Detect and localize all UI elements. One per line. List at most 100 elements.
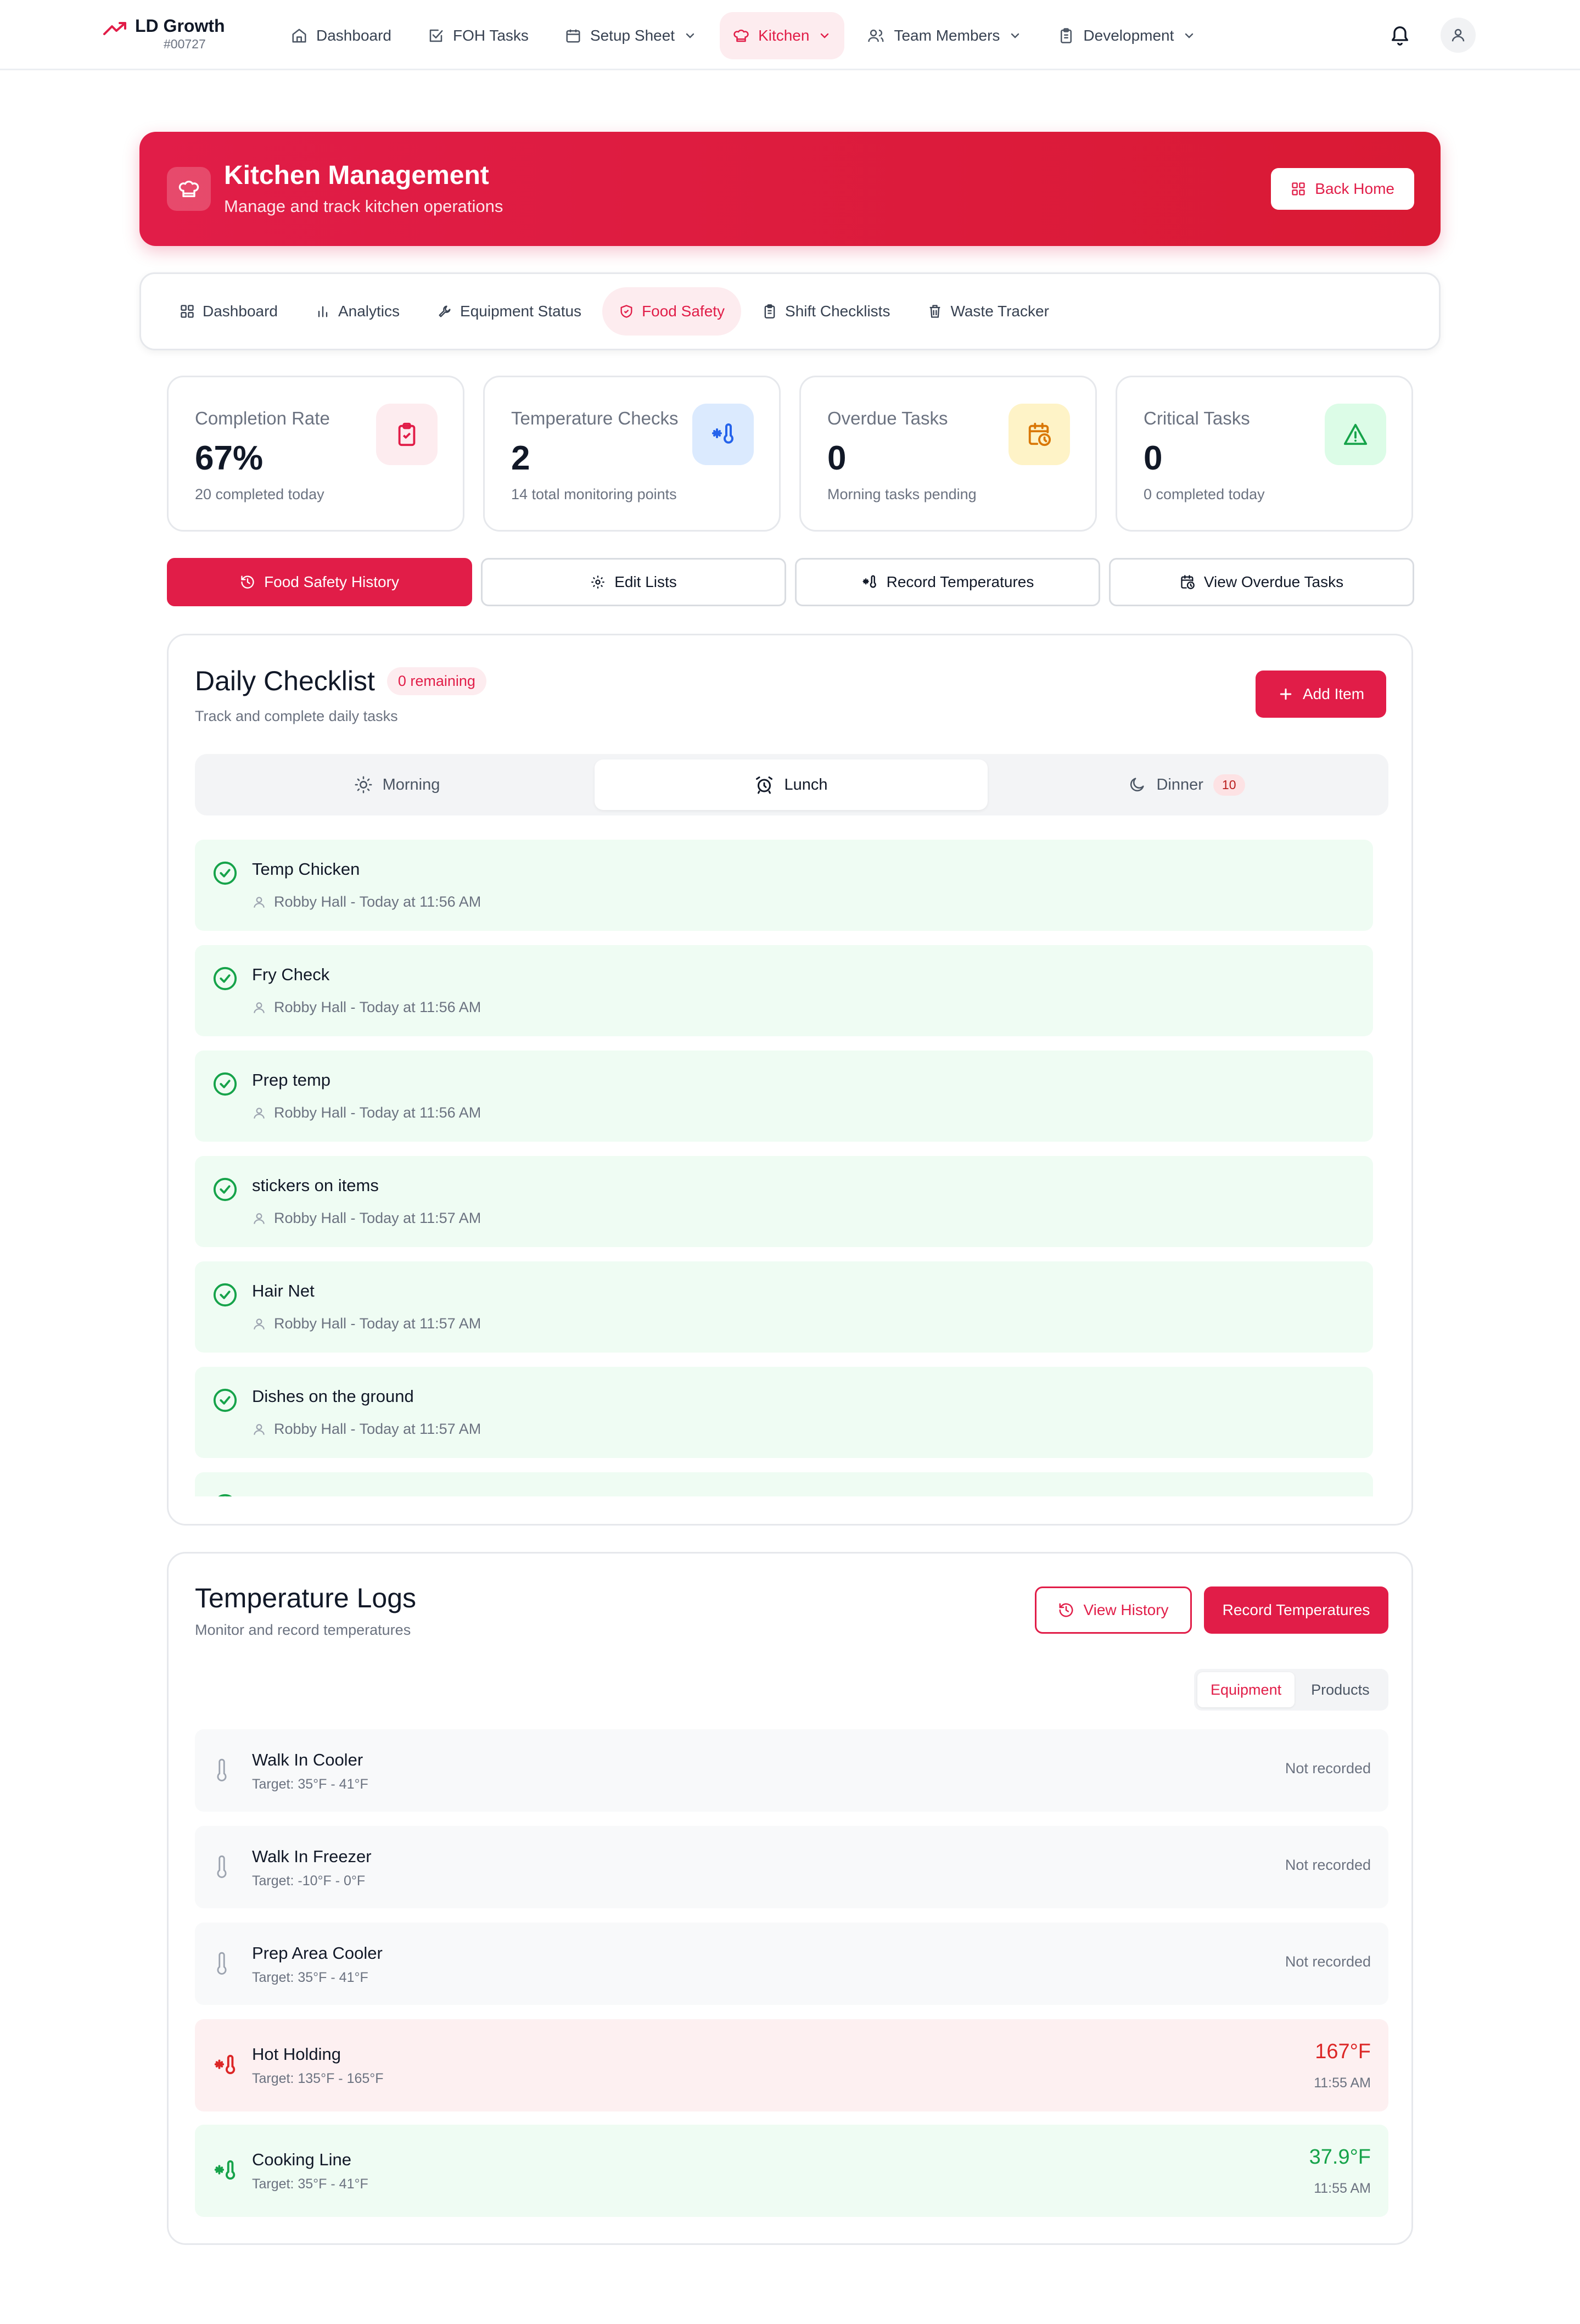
nav-development[interactable]: Development — [1045, 12, 1209, 59]
add-item-button[interactable]: Add Item — [1256, 671, 1386, 718]
clipboard-icon — [1058, 27, 1074, 44]
thermometer-hot-icon — [212, 2053, 238, 2078]
food-safety-history-label: Food Safety History — [264, 573, 399, 590]
check-circle-icon[interactable] — [212, 1071, 238, 1097]
tab-shift-checklists[interactable]: Shift Checklists — [746, 287, 906, 336]
avatar[interactable] — [1441, 18, 1476, 53]
list-item[interactable]: Temp Chicken Robby Hall - Today at 11:56… — [195, 840, 1373, 931]
view-history-button[interactable]: View History — [1035, 1586, 1192, 1634]
check-circle-icon[interactable] — [212, 1177, 238, 1202]
tab-waste-tracker[interactable]: Waste Tracker — [911, 287, 1065, 336]
temperature-row[interactable]: Walk In Freezer Target: -10°F - 0°F Not … — [195, 1826, 1388, 1908]
alarm-clock-icon — [754, 775, 774, 795]
check-circle-icon[interactable] — [212, 1493, 238, 1496]
nav-dashboard-label: Dashboard — [316, 27, 391, 44]
tab-food-safety[interactable]: Food Safety — [602, 287, 742, 336]
list-item[interactable]: Hair Net Robby Hall - Today at 11:57 AM — [195, 1261, 1373, 1353]
stat-card-completion-rate: Completion Rate 67% 20 completed today — [167, 376, 464, 532]
top-nav: LD Growth #00727 Dashboard FOH Tasks Set… — [0, 0, 1580, 70]
nav-setup-sheet[interactable]: Setup Sheet — [552, 12, 710, 59]
edit-lists-button[interactable]: Edit Lists — [481, 558, 786, 606]
record-temperatures-button[interactable]: Record Temperatures — [795, 558, 1100, 606]
tab-morning[interactable]: Morning — [200, 759, 593, 810]
tab-equipment-status-label: Equipment Status — [460, 303, 582, 320]
thermometer-icon — [212, 1854, 231, 1880]
thermometer-icon — [212, 1951, 231, 1976]
tab-dashboard[interactable]: Dashboard — [163, 287, 294, 336]
stat-label: Temperature Checks — [511, 408, 679, 428]
item-meta: Robby Hall - Today at 11:57 AM — [252, 1315, 481, 1332]
list-item[interactable]: stickers on items Robby Hall - Today at … — [195, 1156, 1373, 1247]
back-home-label: Back Home — [1315, 180, 1394, 197]
stat-value: 67% — [195, 439, 264, 477]
tab-equipment-status[interactable]: Equipment Status — [421, 287, 598, 336]
equipment-target: Target: 135°F - 165°F — [252, 2071, 384, 2086]
back-home-button[interactable]: Back Home — [1271, 168, 1414, 210]
equipment-name: Prep Area Cooler — [252, 1943, 383, 1963]
kitchen-subnav: Dashboard Analytics Equipment Status Foo… — [139, 272, 1441, 350]
temperature-row[interactable]: Cooking Line Target: 35°F - 41°F 37.9°F … — [195, 2125, 1388, 2217]
check-circle-icon[interactable] — [212, 966, 238, 991]
view-overdue-tasks-button[interactable]: View Overdue Tasks — [1109, 558, 1414, 606]
toggle-equipment[interactable]: Equipment — [1197, 1672, 1295, 1707]
tab-dinner[interactable]: Dinner 10 — [990, 759, 1383, 810]
temperature-row[interactable]: Walk In Cooler Target: 35°F - 41°F Not r… — [195, 1729, 1388, 1812]
thermometer-icon — [212, 1758, 231, 1783]
item-meta-text: Robby Hall - Today at 11:57 AM — [274, 1210, 481, 1226]
temperature-row[interactable]: Hot Holding Target: 135°F - 165°F 167°F … — [195, 2019, 1388, 2111]
stat-subtext: 14 total monitoring points — [511, 486, 677, 502]
shield-check-icon — [619, 304, 634, 319]
temperature-value: 167°F — [1315, 2040, 1371, 2063]
food-safety-history-button[interactable]: Food Safety History — [167, 558, 472, 606]
equipment-name: Walk In Cooler — [252, 1750, 363, 1769]
view-overdue-tasks-label: View Overdue Tasks — [1203, 573, 1344, 590]
chevron-down-icon — [1183, 29, 1196, 42]
nav-foh-tasks[interactable]: FOH Tasks — [414, 12, 542, 59]
tab-analytics[interactable]: Analytics — [299, 287, 416, 336]
nav-dashboard[interactable]: Dashboard — [278, 12, 405, 59]
check-circle-icon[interactable] — [212, 861, 238, 886]
item-meta-text: Robby Hall - Today at 11:56 AM — [274, 893, 481, 910]
equipment-name: Cooking Line — [252, 2150, 351, 2169]
thermometer-snowflake-icon — [212, 2158, 238, 2183]
check-circle-icon[interactable] — [212, 1282, 238, 1308]
daily-checklist-panel: Daily Checklist 0 remaining Track and co… — [167, 634, 1413, 1526]
tab-lunch[interactable]: Lunch — [595, 759, 988, 810]
record-temperatures-panel-label: Record Temperatures — [1222, 1601, 1370, 1618]
list-item-partial[interactable] — [195, 1472, 1373, 1496]
trending-up-icon — [103, 21, 127, 36]
chef-hat-icon — [733, 27, 749, 44]
stat-label: Overdue Tasks — [827, 408, 948, 428]
user-icon — [252, 1317, 266, 1331]
user-icon — [252, 1211, 266, 1226]
tab-waste-tracker-label: Waste Tracker — [950, 303, 1049, 320]
shift-tabs: Morning Lunch Dinner 10 — [195, 754, 1388, 815]
recorded-time: 11:55 AM — [1314, 2075, 1371, 2091]
list-item[interactable]: Prep temp Robby Hall - Today at 11:56 AM — [195, 1051, 1373, 1142]
stat-subtext: 0 completed today — [1144, 486, 1265, 502]
chevron-down-icon — [683, 29, 697, 42]
bell-icon[interactable] — [1389, 23, 1411, 46]
item-meta-text: Robby Hall - Today at 11:56 AM — [274, 999, 481, 1015]
equipment-target: Target: 35°F - 41°F — [252, 1776, 368, 1792]
equipment-target: Target: 35°F - 41°F — [252, 2176, 368, 2192]
list-item[interactable]: Dishes on the ground Robby Hall - Today … — [195, 1367, 1373, 1458]
list-item[interactable]: Fry Check Robby Hall - Today at 11:56 AM — [195, 945, 1373, 1036]
calendar-icon — [565, 27, 581, 44]
equipment-products-toggle: Equipment Products — [1194, 1669, 1388, 1711]
nav-team-members[interactable]: Team Members — [854, 12, 1035, 59]
dinner-count-badge: 10 — [1213, 774, 1245, 796]
chevron-down-icon — [1008, 29, 1022, 42]
tab-dinner-label: Dinner — [1156, 775, 1203, 794]
toggle-products[interactable]: Products — [1298, 1672, 1383, 1707]
check-circle-icon[interactable] — [212, 1388, 238, 1413]
equipment-target: Target: 35°F - 41°F — [252, 1970, 368, 1985]
item-meta: Robby Hall - Today at 11:57 AM — [252, 1421, 481, 1438]
temperature-logs-subtitle: Monitor and record temperatures — [195, 1622, 411, 1638]
temperature-row[interactable]: Prep Area Cooler Target: 35°F - 41°F Not… — [195, 1923, 1388, 2005]
brand[interactable]: LD Growth #00727 — [103, 15, 225, 52]
nav-kitchen[interactable]: Kitchen — [720, 12, 845, 59]
nav-kitchen-label: Kitchen — [758, 27, 810, 44]
tab-analytics-label: Analytics — [338, 303, 400, 320]
record-temperatures-panel-button[interactable]: Record Temperatures — [1204, 1586, 1388, 1634]
